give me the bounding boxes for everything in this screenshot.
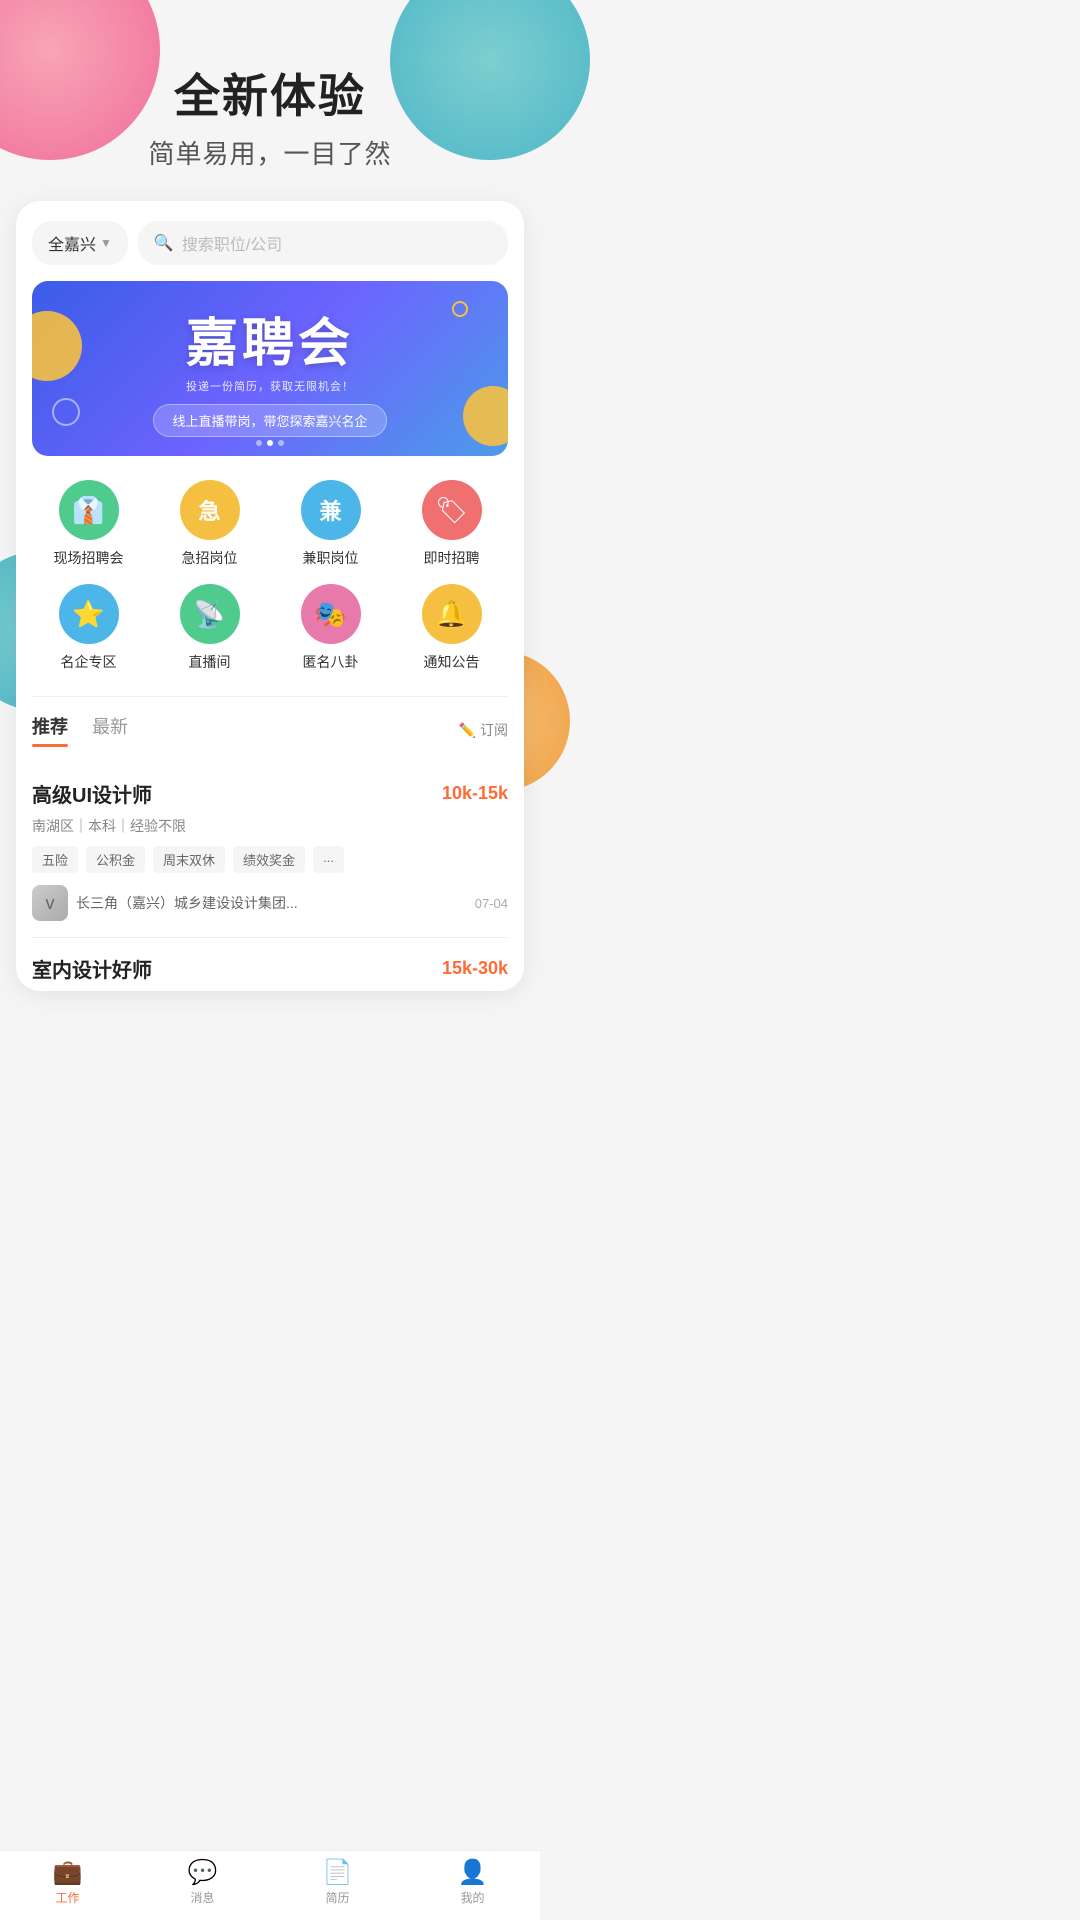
job-salary-preview: 15k-30k: [442, 958, 508, 979]
message-icon: 💬: [188, 1861, 218, 1885]
tag-wuxian: 五险: [32, 846, 78, 873]
job-title-preview: 室内设计好师: [32, 954, 152, 983]
header-section: 全新体验 简单易用，一目了然: [0, 0, 540, 201]
banner-tag: 线上直播带岗，带您探索嘉兴名企: [153, 404, 386, 437]
banner-content: 嘉聘会 投递一份简历，获取无限机会！ 线上直播带岗，带您探索嘉兴名企: [32, 281, 508, 456]
chevron-down-icon: ▼: [100, 236, 112, 250]
nav-label-work: 工作: [55, 1889, 79, 1906]
resume-icon: 📄: [323, 1861, 353, 1885]
job-tags-1: 五险 公积金 周末双休 绩效奖金 ...: [32, 846, 508, 873]
post-date-1: 07-04: [475, 896, 508, 911]
nav-item-mine[interactable]: 👤 我的: [405, 1851, 540, 1920]
nav-item-message[interactable]: 💬 消息: [135, 1851, 270, 1920]
tag-bonus: 绩效奖金: [233, 846, 305, 873]
bottom-nav: 💼 工作 💬 消息 📄 简历 👤 我的: [0, 1850, 540, 1920]
location-button[interactable]: 全嘉兴 ▼: [32, 221, 128, 265]
company-info-1: v 长三角（嘉兴）城乡建设设计集团...: [32, 885, 298, 921]
icon-label-live: 直播间: [189, 652, 231, 672]
icon-item-famous[interactable]: ⭐ 名企专区: [32, 584, 145, 672]
icon-circle-gossip: 🎭: [301, 584, 361, 644]
job-card-1[interactable]: 高级UI设计师 10k-15k 南湖区｜本科｜经验不限 五险 公积金 周末双休 …: [32, 763, 508, 938]
icon-label-urgent: 急招岗位: [182, 548, 238, 568]
tab-latest[interactable]: 最新: [92, 713, 128, 747]
tab-section: 推荐 最新 ✏️ 订阅 高级UI设计师 10k-15k 南湖区｜本科｜经验不限 …: [32, 697, 508, 991]
main-card: 全嘉兴 ▼ 🔍 搜索职位/公司 嘉聘会 投递一份简历，获取无限机会！ 线上直播带…: [16, 201, 524, 991]
icon-label-instant: 即时招聘: [424, 548, 480, 568]
job-title-1: 高级UI设计师: [32, 779, 152, 808]
banner-dot-3: [278, 440, 284, 446]
tag-more: ...: [313, 846, 344, 873]
icon-label-gossip: 匿名八卦: [303, 652, 359, 672]
job-salary-1: 10k-15k: [442, 783, 508, 804]
icon-item-instant-hire[interactable]: 🏷 即时招聘: [395, 480, 508, 568]
icon-label-famous: 名企专区: [61, 652, 117, 672]
icon-label-parttime: 兼职岗位: [303, 548, 359, 568]
nav-label-resume: 简历: [325, 1889, 349, 1906]
icon-circle-recruitment: 👔: [59, 480, 119, 540]
job-card-2-preview[interactable]: 室内设计好师 15k-30k: [32, 938, 508, 991]
banner[interactable]: 嘉聘会 投递一份简历，获取无限机会！ 线上直播带岗，带您探索嘉兴名企: [32, 281, 508, 456]
mine-icon: 👤: [458, 1861, 488, 1885]
company-logo-1: v: [32, 885, 68, 921]
banner-dot-2: [267, 440, 273, 446]
subscribe-label: 订阅: [480, 720, 508, 740]
banner-small-text: 投递一份简历，获取无限机会！: [186, 378, 354, 394]
edit-icon: ✏️: [459, 722, 476, 739]
nav-label-message: 消息: [190, 1889, 214, 1906]
company-name-1: 长三角（嘉兴）城乡建设设计集团...: [76, 893, 298, 913]
tab-recommended[interactable]: 推荐: [32, 713, 68, 747]
banner-dots: [256, 440, 284, 446]
icon-circle-parttime: 兼: [301, 480, 361, 540]
icon-circle-notice: 🔔: [422, 584, 482, 644]
job-header-1: 高级UI设计师 10k-15k: [32, 779, 508, 808]
banner-dot-1: [256, 440, 262, 446]
icon-item-part-time[interactable]: 兼 兼职岗位: [274, 480, 387, 568]
nav-label-mine: 我的: [460, 1889, 484, 1906]
icon-item-live[interactable]: 📡 直播间: [153, 584, 266, 672]
icon-circle-famous: ⭐: [59, 584, 119, 644]
nav-item-resume[interactable]: 📄 简历: [270, 1851, 405, 1920]
icon-circle-live: 📡: [180, 584, 240, 644]
icon-item-recruitment-fair[interactable]: 👔 现场招聘会: [32, 480, 145, 568]
search-placeholder: 搜索职位/公司: [182, 231, 282, 255]
icon-label-notice: 通知公告: [424, 652, 480, 672]
header-subtitle: 简单易用，一目了然: [20, 134, 520, 171]
icon-grid: 👔 现场招聘会 急 急招岗位 兼 兼职岗位 🏷 即时招聘 ⭐ 名企专区 📡 直播…: [32, 480, 508, 697]
icon-item-gossip[interactable]: 🎭 匿名八卦: [274, 584, 387, 672]
search-bar: 全嘉兴 ▼ 🔍 搜索职位/公司: [32, 221, 508, 265]
tag-gongjijin: 公积金: [86, 846, 145, 873]
banner-title: 嘉聘会: [186, 301, 354, 376]
location-text: 全嘉兴: [48, 231, 96, 255]
tag-weekend: 周末双休: [153, 846, 225, 873]
search-icon: 🔍: [154, 233, 174, 253]
icon-item-notice[interactable]: 🔔 通知公告: [395, 584, 508, 672]
company-logo-inner-1: v: [32, 885, 68, 921]
job-info-1: 南湖区｜本科｜经验不限: [32, 816, 508, 836]
job-company-row-1: v 长三角（嘉兴）城乡建设设计集团... 07-04: [32, 885, 508, 921]
header-title: 全新体验: [20, 60, 520, 126]
work-icon: 💼: [53, 1861, 83, 1885]
tab-bar: 推荐 最新 ✏️ 订阅: [32, 713, 508, 747]
icon-circle-urgent: 急: [180, 480, 240, 540]
tab-subscribe[interactable]: ✏️ 订阅: [459, 720, 508, 740]
search-input-box[interactable]: 🔍 搜索职位/公司: [138, 221, 508, 265]
icon-item-urgent-jobs[interactable]: 急 急招岗位: [153, 480, 266, 568]
job-header-preview: 室内设计好师 15k-30k: [32, 954, 508, 983]
icon-label-recruitment: 现场招聘会: [54, 548, 124, 568]
nav-item-work[interactable]: 💼 工作: [0, 1851, 135, 1920]
icon-circle-instant: 🏷: [422, 480, 482, 540]
